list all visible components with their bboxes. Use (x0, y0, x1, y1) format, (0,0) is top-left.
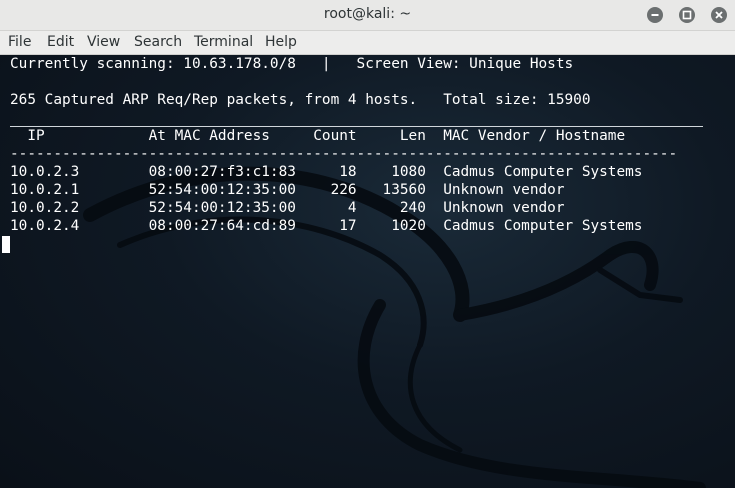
table-separator: ----------------------------------------… (10, 146, 678, 162)
menu-view[interactable]: View (87, 34, 120, 50)
maximize-button[interactable] (679, 7, 695, 23)
menu-file[interactable]: File (8, 34, 31, 50)
table-row: 10.0.2.1 52:54:00:12:35:00 226 13560 Unk… (10, 182, 565, 198)
close-button[interactable] (711, 7, 727, 23)
maximize-icon (682, 10, 692, 20)
window-title: root@kali: ~ (323, 6, 412, 22)
minimize-icon (651, 14, 659, 16)
title-bar[interactable]: root@kali: ~ (0, 0, 735, 31)
text-cursor (2, 236, 10, 253)
table-row: 10.0.2.3 08:00:27:f3:c1:83 18 1080 Cadmu… (10, 164, 643, 180)
status-line: Currently scanning: 10.63.178.0/8 | Scre… (10, 56, 574, 72)
close-icon (715, 11, 723, 19)
menu-search[interactable]: Search (134, 34, 182, 50)
table-header: IP At MAC Address Count Len MAC Vendor /… (10, 128, 626, 144)
menu-help[interactable]: Help (265, 34, 297, 50)
menu-terminal[interactable]: Terminal (194, 34, 253, 50)
summary-line: 265 Captured ARP Req/Rep packets, from 4… (10, 92, 591, 108)
table-row: 10.0.2.4 08:00:27:64:cd:89 17 1020 Cadmu… (10, 218, 643, 234)
kali-dragon-background-icon (83, 166, 706, 488)
terminal-window: root@kali: ~ File Edit View Search Termi… (0, 0, 735, 488)
table-row: 10.0.2.2 52:54:00:12:35:00 4 240 Unknown… (10, 200, 565, 216)
menu-bar: File Edit View Search Terminal Help (0, 31, 735, 55)
terminal-area[interactable]: Currently scanning: 10.63.178.0/8 | Scre… (0, 55, 735, 488)
menu-edit[interactable]: Edit (47, 34, 74, 50)
minimize-button[interactable] (647, 7, 663, 23)
